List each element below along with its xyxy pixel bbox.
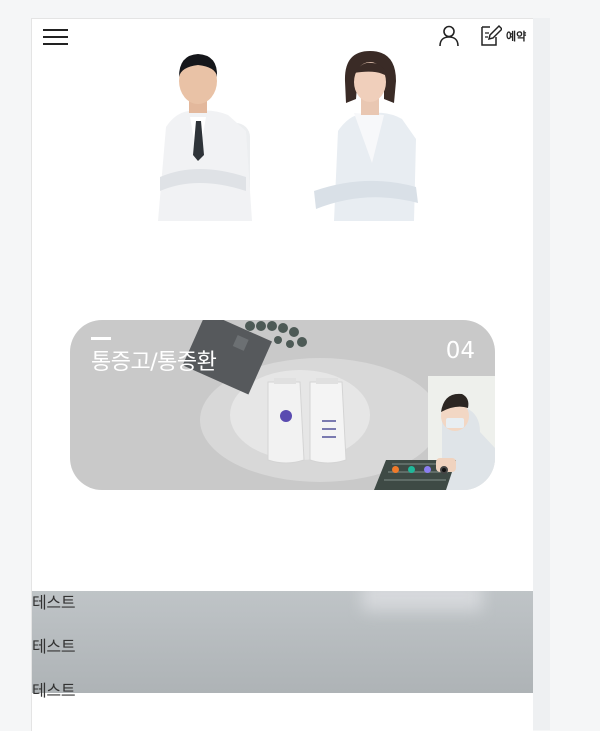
doctors-photo (32, 51, 533, 221)
edit-note-icon (480, 23, 504, 52)
reserve-label: 예약 (506, 29, 527, 43)
test-link-2[interactable]: 테스트 (32, 635, 232, 679)
slide-title-accent (91, 337, 111, 340)
test-link-1[interactable]: 테스트 (32, 591, 232, 635)
mobile-page: 예약 통증고/통증환 04 테스트 테스트 테스트 (31, 18, 533, 731)
slider-dot-4[interactable] (440, 465, 448, 474)
page-side-shadow (532, 18, 550, 730)
slider-dot-3[interactable] (424, 466, 431, 473)
slider-dot-1[interactable] (392, 466, 399, 473)
test-link-list: 테스트 테스트 테스트 (32, 591, 232, 723)
slide-number: 04 (445, 338, 475, 364)
slide-title: 통증고/통증환 (91, 350, 217, 375)
slider-dot-2[interactable] (408, 466, 415, 473)
user-icon[interactable] (437, 24, 461, 48)
slider-pagination (392, 465, 448, 474)
male-doctor-figure (158, 54, 252, 221)
hamburger-menu-icon[interactable] (43, 29, 69, 47)
test-link-3[interactable]: 테스트 (32, 679, 232, 723)
reserve-button[interactable]: 예약 (480, 23, 527, 52)
site-header: 예약 (32, 19, 533, 53)
female-doctor-figure (314, 51, 418, 221)
service-slider[interactable]: 통증고/통증환 04 (70, 320, 495, 490)
